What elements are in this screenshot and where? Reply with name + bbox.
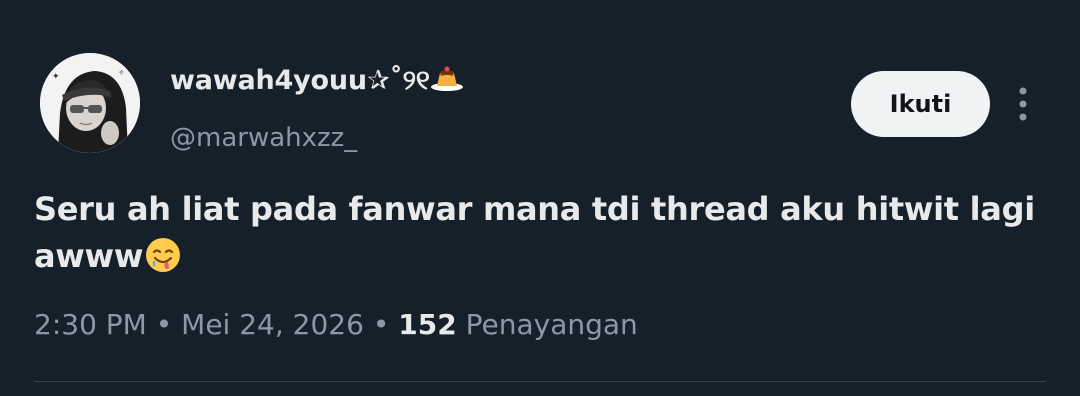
follow-button[interactable]: Ikuti bbox=[851, 71, 990, 137]
svg-text:✧: ✧ bbox=[118, 68, 125, 77]
more-vertical-icon bbox=[1019, 87, 1027, 121]
divider bbox=[34, 381, 1046, 382]
flan-emoji-icon bbox=[430, 64, 464, 99]
user-avatar-photo: ✦ ✧ bbox=[40, 53, 140, 153]
drooling-face-emoji-icon bbox=[145, 237, 181, 286]
more-options-button[interactable] bbox=[1008, 84, 1038, 124]
tweet-body: Seru ah liat pada fanwar mana tdi thread… bbox=[34, 190, 1035, 275]
avatar[interactable]: ✦ ✧ bbox=[40, 53, 140, 153]
meta-separator: • bbox=[146, 308, 182, 341]
display-name-text: wawah4youu bbox=[170, 65, 367, 96]
username[interactable]: @marwahxzz_ bbox=[170, 123, 357, 153]
tweet-time[interactable]: 2:30 PM bbox=[34, 308, 147, 341]
views-count: 152 bbox=[398, 308, 457, 341]
tweet-text: Seru ah liat pada fanwar mana tdi thread… bbox=[34, 186, 1044, 286]
views-label: Penayangan bbox=[456, 308, 638, 341]
svg-text:✦: ✦ bbox=[52, 72, 60, 82]
display-name[interactable]: wawah4youu✰˚୨୧ bbox=[170, 64, 464, 99]
meta-separator: • bbox=[363, 308, 399, 341]
tweet-detail: ✦ ✧ wawah4youu✰˚୨୧ @marwahxzz_ Ikuti Ser… bbox=[0, 0, 1080, 396]
tweet-date[interactable]: Mei 24, 2026 bbox=[181, 308, 364, 341]
tweet-meta: 2:30 PM • Mei 24, 2026 • 152 Penayangan bbox=[34, 308, 638, 341]
display-name-decoration: ✰˚୨୧ bbox=[366, 65, 430, 96]
